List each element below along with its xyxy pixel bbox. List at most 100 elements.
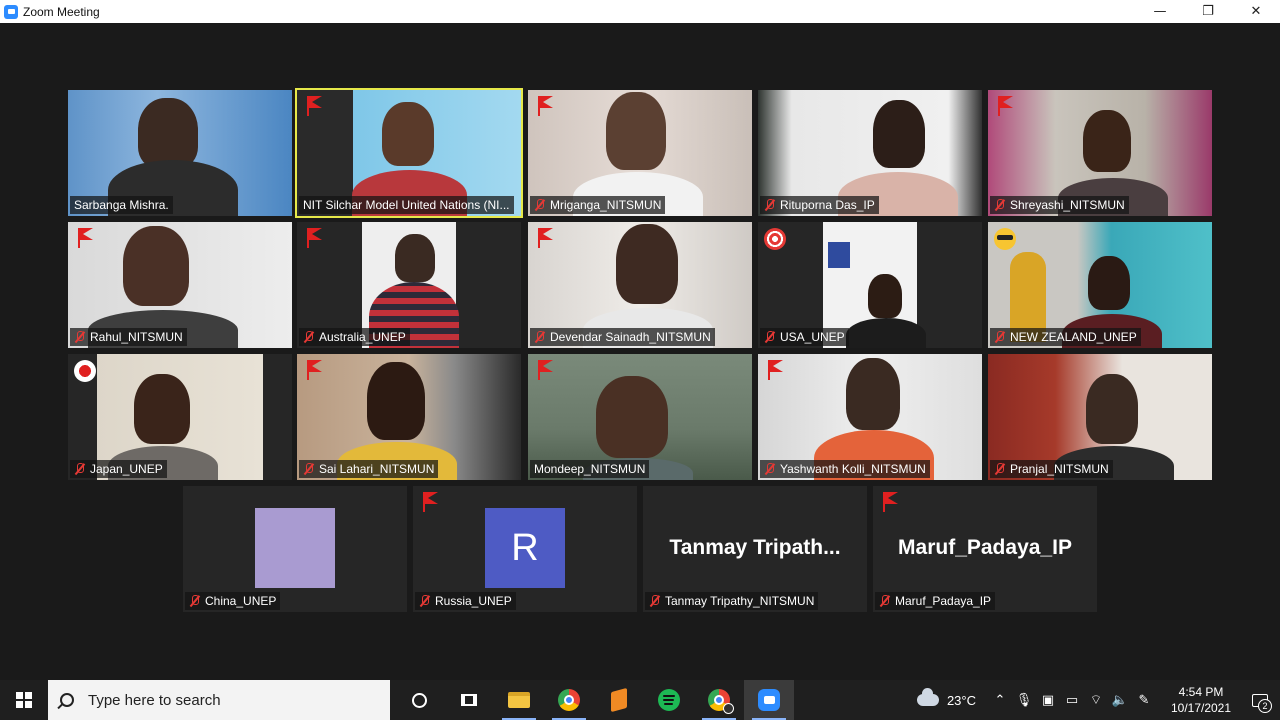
participant-tile[interactable]: China_UNEP	[183, 486, 407, 612]
taskbar-chrome-profile[interactable]	[694, 680, 744, 720]
windows-logo-icon	[16, 692, 32, 708]
cortana-button[interactable]	[394, 680, 444, 720]
notification-count: 2	[1258, 699, 1272, 713]
participant-tile[interactable]: Sai Lahari_NITSMUN	[297, 354, 521, 480]
muted-microphone-icon	[764, 331, 776, 343]
raised-hand-flag-icon	[536, 360, 558, 380]
participant-tile[interactable]: Yashwanth Kolli_NITSMUN	[758, 354, 982, 480]
participant-name: NIT Silchar Model United Nations (NI...	[299, 196, 514, 214]
muted-microphone-icon	[994, 463, 1006, 475]
participant-head	[873, 100, 925, 168]
participant-tile[interactable]: Japan_UNEP	[68, 354, 292, 480]
spotify-icon	[658, 689, 680, 711]
system-clock[interactable]: 4:54 PM 10/17/2021	[1162, 684, 1240, 716]
muted-microphone-icon	[534, 331, 546, 343]
battery-icon[interactable]: ▭	[1060, 693, 1084, 708]
minimize-button[interactable]: —	[1136, 0, 1184, 23]
raised-hand-flag-icon	[536, 228, 558, 248]
participant-display-name: Maruf_Padaya_IP	[898, 536, 1072, 559]
window-controls: — ❐ ✕	[1136, 0, 1280, 23]
profile-picture	[255, 508, 335, 588]
zoom-icon	[758, 689, 780, 711]
wifi-icon[interactable]: ⌔	[1084, 692, 1108, 708]
search-icon	[60, 693, 74, 707]
taskbar-search-box[interactable]: Type here to search	[48, 680, 390, 720]
taskbar-zoom[interactable]	[744, 680, 794, 720]
participant-tile[interactable]: Mondeep_NITSMUN	[528, 354, 752, 480]
file-explorer-icon	[508, 692, 530, 708]
pen-icon[interactable]: ✎	[1132, 693, 1156, 708]
participant-tile-active-speaker[interactable]: NIT Silchar Model United Nations (NI...	[295, 88, 523, 218]
muted-microphone-icon	[994, 199, 1006, 211]
participant-head	[382, 102, 434, 166]
notification-center-button[interactable]: 2	[1240, 680, 1280, 720]
participant-head	[138, 98, 198, 168]
task-view-icon	[461, 694, 477, 706]
participant-name: Mriganga_NITSMUN	[530, 196, 666, 214]
participant-tile[interactable]: Maruf_Padaya_IP Maruf_Padaya_IP	[873, 486, 1097, 612]
weather-widget[interactable]: 23°C	[916, 688, 976, 708]
close-button[interactable]: ✕	[1232, 0, 1280, 23]
participant-name: Japan_UNEP	[70, 460, 167, 478]
window-title: Zoom Meeting	[23, 4, 100, 19]
chrome-icon	[558, 689, 580, 711]
participant-name: Sarbanga Mishra.	[70, 196, 173, 214]
raised-hand-flag-icon	[536, 96, 558, 116]
participant-tile[interactable]: Tanmay Tripath... Tanmay Tripathy_NITSMU…	[643, 486, 867, 612]
chevron-up-icon[interactable]: ⌃	[988, 693, 1012, 708]
participant-tile[interactable]: Australia_UNEP	[297, 222, 521, 348]
japan-flag-emoji-icon	[74, 360, 96, 382]
search-placeholder: Type here to search	[88, 691, 221, 709]
participant-display-name: Tanmay Tripath...	[669, 536, 841, 559]
cloud-icon	[916, 688, 939, 706]
participant-tile[interactable]: Pranjal_NITSMUN	[988, 354, 1212, 480]
cortana-icon	[411, 692, 427, 708]
raised-hand-flag-icon	[305, 96, 327, 116]
muted-microphone-icon	[419, 595, 431, 607]
participant-tile[interactable]: USA_UNEP	[758, 222, 982, 348]
windows-taskbar: Type here to search 23°C ⌃ 🎙 ▣ ▭ ⌔ 🔈 ✎ 4…	[0, 680, 1280, 720]
start-button[interactable]	[0, 680, 48, 720]
background-poster	[828, 242, 850, 268]
volume-icon[interactable]: 🔈	[1108, 693, 1132, 708]
target-emoji-icon	[764, 228, 786, 250]
taskbar-spotify[interactable]	[644, 680, 694, 720]
temperature: 23°C	[946, 692, 976, 708]
taskbar-file-explorer[interactable]	[494, 680, 544, 720]
participant-head	[1083, 110, 1131, 172]
participant-head	[596, 376, 668, 458]
participant-tile[interactable]: Shreyashi_NITSMUN	[988, 90, 1212, 216]
participant-tile[interactable]: Rahul_NITSMUN	[68, 222, 292, 348]
participant-name: Maruf_Padaya_IP	[875, 592, 996, 610]
raised-hand-flag-icon	[305, 228, 327, 248]
participant-tile[interactable]: Mriganga_NITSMUN	[528, 90, 752, 216]
restore-button[interactable]: ❐	[1184, 0, 1232, 23]
participant-name: NEW ZEALAND_UNEP	[990, 328, 1141, 346]
gallery-view: Sarbanga Mishra. NIT Silchar Model Unite…	[0, 23, 1280, 680]
task-view-button[interactable]	[444, 680, 494, 720]
participant-tile[interactable]: NEW ZEALAND_UNEP	[988, 222, 1212, 348]
microphone-icon[interactable]: 🎙	[1012, 693, 1036, 708]
participant-head	[606, 92, 666, 170]
zoom-app-icon	[4, 4, 18, 19]
muted-microphone-icon	[879, 595, 891, 607]
participant-name: Pranjal_NITSMUN	[990, 460, 1113, 478]
muted-microphone-icon	[649, 595, 661, 607]
avatar-initial: R	[485, 508, 565, 588]
muted-microphone-icon	[764, 463, 776, 475]
raised-hand-flag-icon	[881, 492, 903, 512]
taskbar-sublime-text[interactable]	[594, 680, 644, 720]
raised-hand-flag-icon	[76, 228, 98, 248]
taskbar-chrome[interactable]	[544, 680, 594, 720]
participant-tile[interactable]: Sarbanga Mishra.	[68, 90, 292, 216]
participant-tile[interactable]: Rituporna Das_IP	[758, 90, 982, 216]
chrome-profile-icon	[708, 689, 734, 714]
raised-hand-flag-icon	[766, 360, 788, 380]
muted-microphone-icon	[764, 199, 776, 211]
participant-tile[interactable]: Devendar Sainadh_NITSMUN	[528, 222, 752, 348]
camera-icon[interactable]: ▣	[1036, 693, 1060, 708]
muted-microphone-icon	[303, 463, 315, 475]
participant-tile[interactable]: R Russia_UNEP	[413, 486, 637, 612]
participant-head	[868, 274, 902, 318]
participant-name: Tanmay Tripathy_NITSMUN	[645, 592, 819, 610]
